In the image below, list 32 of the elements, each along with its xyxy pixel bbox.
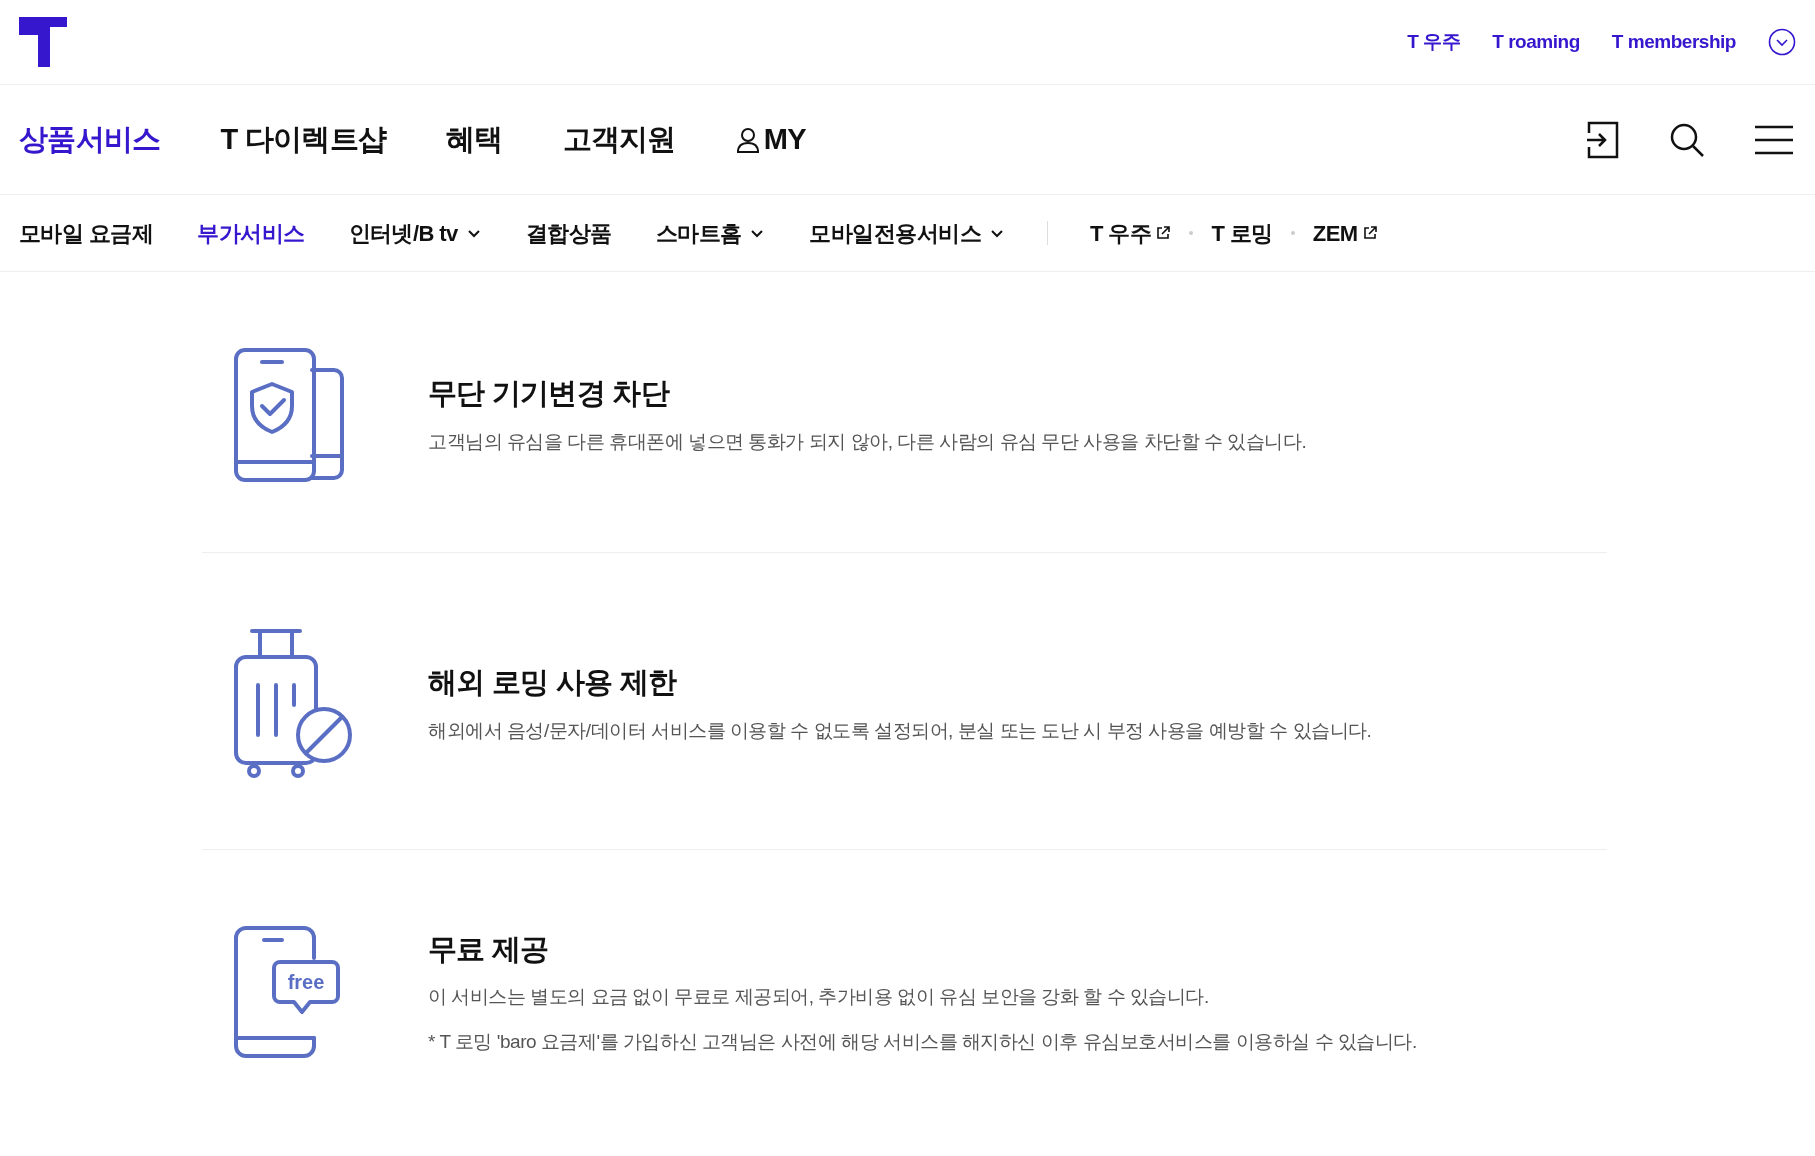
sub-nav-item[interactable]: 스마트홈 — [655, 216, 766, 250]
main-nav-item[interactable]: MY — [735, 117, 806, 162]
sub-nav-item[interactable]: 인터넷/B tv — [348, 216, 482, 250]
feature-title: 해외 로밍 사용 제한 — [428, 665, 678, 700]
sub-nav-link[interactable]: T 우주 — [1090, 216, 1172, 250]
sub-nav-item[interactable]: 결합상품 — [525, 216, 612, 250]
feature-description: 이 서비스는 별도의 요금 없이 무료로 제공되어, 추가비용 없이 유심 보안을 강화 할 수 있습니다. — [428, 985, 1210, 1010]
main-nav-item[interactable]: T 다이렉트샵 — [220, 117, 387, 162]
main-nav-item[interactable]: 혜택 — [446, 117, 503, 162]
chevron-circle-icon[interactable] — [1768, 28, 1796, 56]
feature-note: * T 로밍 'baro 요금제'를 가입하신 고객님은 사전에 해당 서비스를 해지하신 이후 유심보호서비스를 이용하실 수 있습니다. — [428, 1029, 1417, 1054]
sub-nav-item[interactable]: 모바일 요금제 — [19, 216, 154, 250]
feature-title: 무료 제공 — [428, 931, 550, 967]
feature-description: 고객님의 유심을 다른 휴대폰에 넣으면 통화가 되지 않아, 다른 사람의 유심 무단 사용을 차단할 수 있습니다. — [428, 429, 1307, 454]
feature-description: 해외에서 음성/문자/데이터 서비스를 이용할 수 없도록 설정되어, 분실 또는 도난 시 부정 사용을 예방할 수 있습니다. — [428, 718, 1372, 743]
main-nav-item[interactable]: 상품서비스 — [19, 117, 161, 162]
external-link-icon — [1155, 225, 1172, 241]
top-link[interactable]: T roaming — [1492, 27, 1580, 57]
sub-nav-link[interactable]: T 로밍 — [1211, 216, 1273, 250]
menu-icon[interactable] — [1755, 124, 1793, 155]
external-link-icon — [1361, 225, 1378, 241]
feature-title: 무단 기기변경 차단 — [428, 376, 671, 411]
login-icon[interactable] — [1585, 120, 1619, 159]
user-icon — [735, 126, 760, 153]
top-link[interactable]: T 우주 — [1407, 27, 1461, 57]
sub-nav-item[interactable]: 모바일전용서비스 — [809, 216, 1006, 250]
sub-nav-link[interactable]: ZEM — [1312, 216, 1378, 250]
logo-icon — [19, 17, 67, 67]
search-icon[interactable] — [1669, 121, 1705, 158]
top-link[interactable]: T membership — [1611, 27, 1736, 57]
main-nav-item[interactable]: 고객지원 — [562, 117, 676, 162]
sub-nav-item[interactable]: 부가서비스 — [197, 216, 305, 250]
